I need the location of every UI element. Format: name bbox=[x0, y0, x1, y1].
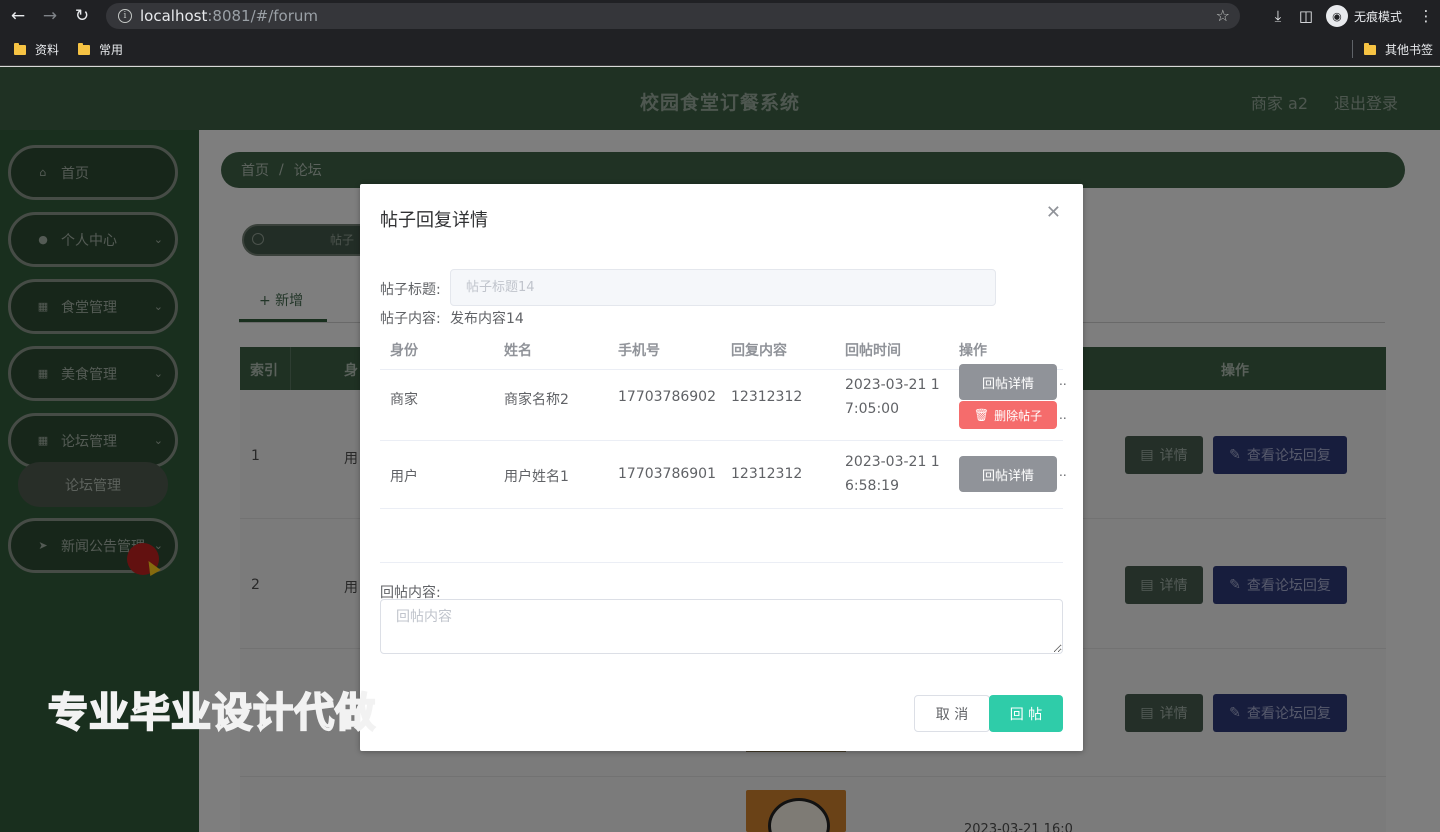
reply-time-line1: 2023-03-21 1 bbox=[845, 377, 940, 393]
column-header-actions: 操作 bbox=[959, 343, 987, 359]
reload-icon[interactable]: ↻ bbox=[68, 2, 96, 30]
address-bar[interactable]: i localhost:8081/#/forum ☆ bbox=[106, 3, 1240, 29]
menu-icon[interactable]: ⋮ bbox=[1412, 7, 1440, 25]
reply-detail-button[interactable]: 回帖详情 bbox=[959, 456, 1057, 492]
url-text: localhost:8081/#/forum bbox=[140, 7, 318, 25]
reply-name: 用户姓名1 bbox=[504, 469, 569, 485]
reply-time-line2: 6:58:19 bbox=[845, 478, 899, 494]
reply-time-line1: 2023-03-21 1 bbox=[845, 454, 940, 470]
cancel-button[interactable]: 取 消 bbox=[914, 695, 990, 732]
browser-toolbar: ← → ↻ i localhost:8081/#/forum ☆ ⤓ ◫ ◉ 无痕… bbox=[0, 0, 1440, 32]
trash-icon: 🗑 bbox=[973, 408, 990, 422]
reply-role: 用户 bbox=[390, 469, 418, 485]
info-icon[interactable]: i bbox=[118, 9, 132, 23]
incognito-badge[interactable]: ◉ 无痕模式 bbox=[1325, 5, 1402, 27]
folder-icon bbox=[14, 42, 26, 55]
reply-content: 12312312 bbox=[731, 466, 803, 482]
folder-icon bbox=[1364, 42, 1376, 55]
reply-content-textarea[interactable] bbox=[380, 599, 1063, 654]
watermark-text: 专业毕业设计代做 bbox=[47, 689, 376, 737]
bookmark-folder-ziliao[interactable]: 资料 bbox=[14, 41, 59, 58]
post-content-label: 帖子内容: bbox=[380, 311, 441, 327]
back-icon[interactable]: ← bbox=[4, 2, 32, 30]
column-header-name: 姓名 bbox=[504, 343, 532, 359]
reply-role: 商家 bbox=[390, 392, 418, 408]
column-header-phone: 手机号 bbox=[618, 343, 660, 359]
reply-phone: 17703786902 bbox=[618, 389, 716, 405]
column-header-content: 回复内容 bbox=[731, 343, 787, 359]
forward-icon[interactable]: → bbox=[36, 2, 64, 30]
post-title-field: 帖子标题14 bbox=[450, 269, 996, 306]
incognito-icon: ◉ bbox=[1325, 5, 1348, 27]
reply-content: 12312312 bbox=[731, 389, 803, 405]
reply-details-dialog: 帖子回复详情 ✕ 帖子标题: 帖子标题14 帖子内容: 发布内容14 身份 姓名… bbox=[360, 184, 1083, 751]
reply-name: 商家名称2 bbox=[504, 392, 569, 408]
reply-time-line2: 7:05:00 bbox=[845, 401, 899, 417]
column-header-time: 回帖时间 bbox=[845, 343, 901, 359]
reply-detail-button[interactable]: 回帖详情 bbox=[959, 364, 1057, 400]
bookmarks-divider bbox=[1352, 40, 1353, 58]
folder-icon bbox=[78, 42, 90, 55]
bookmark-folder-other[interactable]: 其他书签 bbox=[1364, 41, 1433, 58]
delete-post-button[interactable]: 🗑 删除帖子 bbox=[959, 401, 1057, 429]
column-header-role: 身份 bbox=[390, 343, 418, 359]
dialog-title: 帖子回复详情 bbox=[380, 210, 488, 231]
download-icon[interactable]: ⤓ bbox=[1264, 7, 1292, 25]
submit-reply-button[interactable]: 回 帖 bbox=[989, 695, 1063, 732]
close-icon[interactable]: ✕ bbox=[1046, 202, 1061, 223]
bookmarks-bar: 资料 常用 其他书签 bbox=[0, 32, 1440, 66]
bookmark-star-icon[interactable]: ☆ bbox=[1216, 6, 1230, 25]
bookmark-folder-changyong[interactable]: 常用 bbox=[78, 41, 123, 58]
sidepanel-icon[interactable]: ◫ bbox=[1292, 7, 1320, 25]
post-title-label: 帖子标题: bbox=[380, 282, 441, 298]
reply-phone: 17703786901 bbox=[618, 466, 716, 482]
post-content-value: 发布内容14 bbox=[450, 311, 524, 327]
